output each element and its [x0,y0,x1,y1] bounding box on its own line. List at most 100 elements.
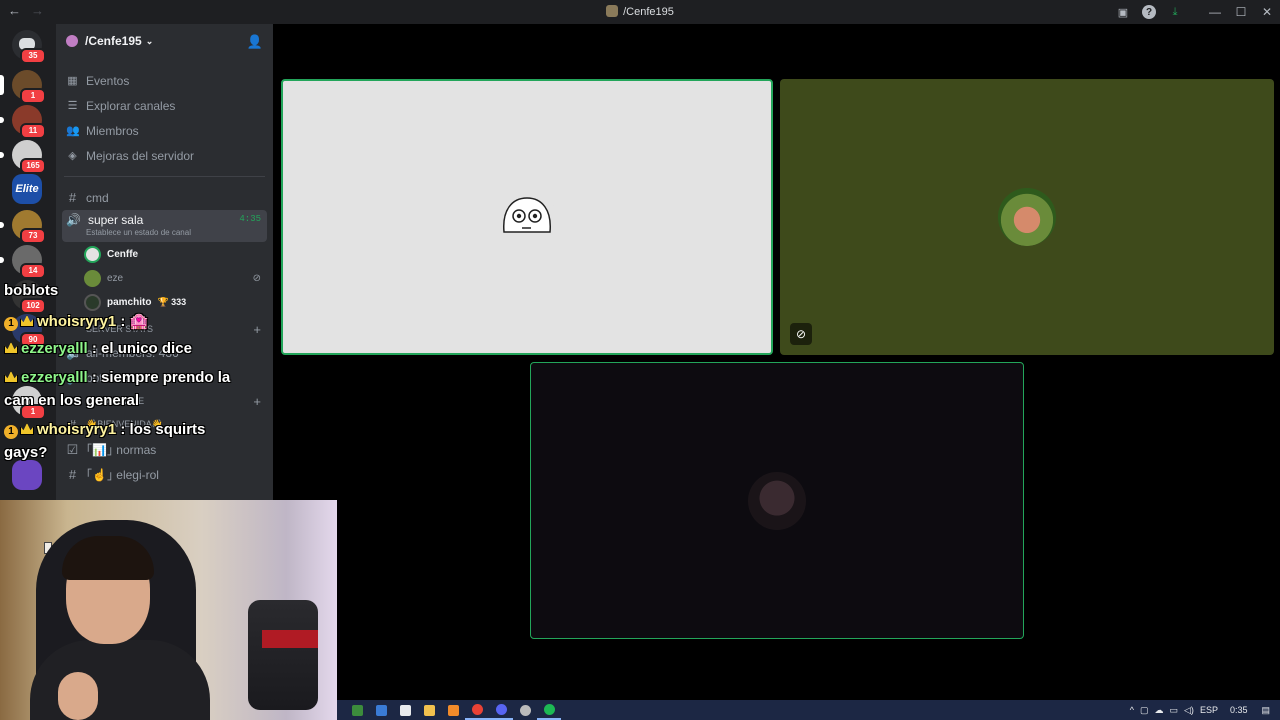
nav-mejoras[interactable]: ◈ Mejoras del servidor [56,143,273,168]
tray-cloud-icon[interactable]: ☁ [1155,705,1164,716]
edit-icon [375,704,387,716]
avatar [84,269,101,287]
background-chair-accent [262,630,318,648]
crown-icon [4,342,18,354]
server-pip [0,257,4,263]
server-badge: 73 [20,228,46,244]
server-pip [0,75,4,95]
app2-icon [447,704,459,716]
chat-message-cont: cam en los general [4,392,139,409]
channel-label: ｢☝｣ elegi-rol [86,468,159,482]
nav-miembros[interactable]: 👥 Miembros [56,118,273,143]
participant-avatar [998,188,1056,246]
chat-message: 1 whoisryry1 : los squirts [4,421,205,439]
participant-avatar [498,188,556,246]
server-icon-1[interactable]: 1 [0,70,46,104]
taskbar-app[interactable] [345,700,369,720]
chat-text: : los squirts [116,421,206,438]
rules-icon: ☑ [66,441,79,457]
members-icon: 👥 [66,125,80,137]
voice-user[interactable]: Cenffe [56,242,273,266]
video-tile-cenffe[interactable] [281,79,773,355]
chat-message: 1 whoisryry1 : 🏩 [4,312,148,331]
chat-text: : el unico dice [87,340,192,357]
server-pip [0,152,4,158]
server-icon-2[interactable]: 11 [0,105,46,139]
nav-label: Mejoras del servidor [86,148,195,163]
chat-username: whoisryry1 [37,421,117,438]
clock[interactable]: 0:35 [1230,705,1248,715]
taskbar-app[interactable] [489,700,513,720]
taskbar-app[interactable] [441,700,465,720]
chat-line: boblots [4,282,58,299]
chevron-up-icon[interactable]: ^ [1130,705,1134,715]
hash-icon: # [68,467,77,482]
volume-icon[interactable]: ◁) [1184,705,1194,716]
chevron-down-icon: ⌄ [145,35,154,46]
voice-user-name: pamchito [107,296,152,308]
language-indicator[interactable]: ESP [1200,705,1218,715]
server-icon-elite[interactable]: Elite [12,174,42,204]
server-icon-6[interactable]: 14 [0,245,46,279]
hash-icon: # [68,190,77,205]
avatar [84,245,101,263]
chat-text: : 🏩 [116,313,149,330]
taskbar-app[interactable] [417,700,441,720]
voice-user-name: eze [107,272,124,284]
server-badge: 14 [20,263,46,279]
chat-text: : siempre prendo la [87,369,231,386]
server-label: Elite [15,183,39,195]
close-icon[interactable]: ✕ [1254,0,1280,24]
taskbar-app[interactable] [393,700,417,720]
voice-user[interactable]: eze ⊘ [56,266,273,290]
taskbar-app[interactable] [537,700,561,720]
inbox-icon[interactable]: ▣ [1110,0,1136,24]
home-button[interactable]: 35 [12,30,46,64]
channel-status-prompt[interactable]: Establece un estado de canal [86,228,191,237]
titlebar-controls: ▣ ? ⤓ — ☐ ✕ [1110,0,1280,24]
channel-cmd[interactable]: # cmd [56,185,273,210]
channel-normas[interactable]: ☑ ｢📊｣ normas [56,437,273,462]
voice-channel-super-sala[interactable]: 🔊 super sala 4:35 Establece un estado de… [62,210,267,242]
server-icon-5[interactable]: 73 [0,210,46,244]
voice-user-name: Cenffe [107,248,139,260]
network-icon[interactable]: ▭ [1170,705,1179,716]
chat-message-cont: gays? [4,444,47,461]
video-tile-pamchito[interactable] [530,362,1024,639]
download-icon[interactable]: ⤓ [1162,0,1188,24]
nav-eventos[interactable]: ▦ Eventos [56,68,273,93]
invite-icon[interactable]: 👤 [247,34,263,50]
server-header[interactable]: /Cenfe195 ⌄ 👤 [56,24,273,58]
chat-message: ezzeryalll : siempre prendo la [4,369,230,386]
chat-message: ezzeryalll : el unico dice [4,340,192,357]
server-pip [0,117,4,123]
voice-channel-label: super sala [87,213,144,227]
window-title-text: /Cenfe195 [623,6,674,18]
speaker-icon: 🔊 [66,213,81,227]
divider [64,176,265,177]
taskbar-app[interactable] [513,700,537,720]
muted-mic-icon: ⊘ [790,323,812,345]
taskbar-app[interactable] [465,700,489,720]
streamer-webcam [0,500,337,720]
help-icon[interactable]: ? [1142,5,1156,19]
obs-icon [519,704,531,716]
taskbar-app[interactable] [369,700,393,720]
add-channel-icon[interactable]: + [253,322,261,337]
system-tray: ^ ▢ ☁ ▭ ◁) ESP 0:35 ▤ [1130,700,1280,720]
nav-explorar[interactable]: ☰ Explorar canales [56,93,273,118]
tray-app-icon[interactable]: ▢ [1140,705,1149,716]
taskbar: ^ ▢ ☁ ▭ ◁) ESP 0:35 ▤ [337,700,1280,720]
activity-badge: 🏆 333 [157,296,187,307]
voice-user[interactable]: pamchito 🏆 333 [56,290,273,314]
notification-icon[interactable]: ▤ [1261,705,1270,716]
maximize-icon[interactable]: ☐ [1228,0,1254,24]
chat-text: boblots [4,282,59,299]
video-tile-eze[interactable]: ⊘ [780,79,1274,355]
channel-elegi-rol[interactable]: # ｢☝｣ elegi-rol [56,462,273,487]
server-icon-3[interactable]: 165 [0,140,46,174]
add-channel-icon[interactable]: + [253,394,261,409]
server-icon-10[interactable] [12,460,42,490]
crown-icon [20,423,34,435]
minimize-icon[interactable]: — [1202,0,1228,24]
